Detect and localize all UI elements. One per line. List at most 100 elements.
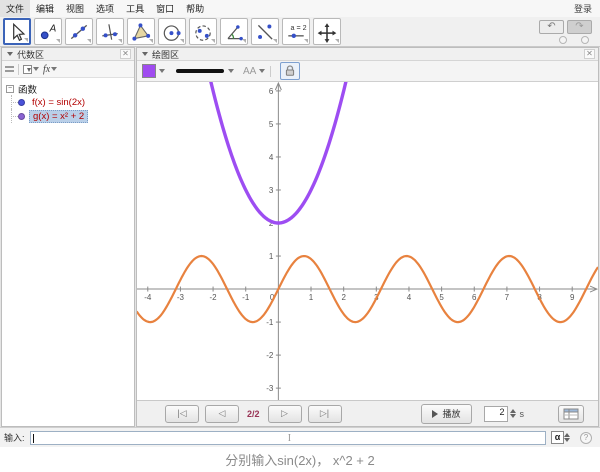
fx-icon: fx bbox=[43, 64, 50, 75]
algebra-stylebar: fx bbox=[2, 61, 134, 78]
tool-angle-button[interactable] bbox=[220, 18, 248, 45]
line-style-button[interactable] bbox=[176, 69, 234, 73]
construction-navbar: |◁ ◁ 2/2 ▷ ▷| 播放 2 s bbox=[137, 400, 598, 426]
graphics-stylebar: AA bbox=[137, 61, 598, 82]
chevron-down-icon bbox=[33, 67, 39, 71]
y-tick-label: -1 bbox=[266, 318, 274, 327]
collapse-icon[interactable] bbox=[142, 52, 148, 56]
input-help-icon[interactable]: ? bbox=[580, 432, 592, 444]
undo-redo-group: ↶ ↷ bbox=[539, 20, 592, 44]
x-tick-label: 4 bbox=[407, 293, 412, 302]
close-icon[interactable]: ✕ bbox=[584, 49, 595, 59]
previous-step-button[interactable]: ◁ bbox=[205, 405, 239, 423]
divider bbox=[18, 64, 19, 75]
tool-dropdown-icon[interactable] bbox=[242, 39, 246, 43]
object-visibility-dot[interactable] bbox=[18, 113, 25, 120]
menu-item-4[interactable]: 工具 bbox=[120, 0, 150, 17]
menu-item-3[interactable]: 选项 bbox=[90, 0, 120, 17]
graphics-canvas[interactable]: -4-3-2-1123456789-3-2-11234560 bbox=[137, 82, 598, 400]
caption-text: 分别输入sin(2x)， x^2 + 2 bbox=[0, 447, 600, 472]
tool-polygon-button[interactable] bbox=[127, 18, 155, 45]
play-button[interactable]: 播放 bbox=[421, 404, 471, 424]
tool-dropdown-icon[interactable] bbox=[149, 39, 153, 43]
text-style-icon: AA bbox=[243, 66, 256, 77]
object-visibility-dot[interactable] bbox=[18, 99, 25, 106]
curve-g[interactable] bbox=[137, 82, 598, 223]
algebra-item-1[interactable]: g(x) = x² + 2 bbox=[6, 109, 134, 123]
menu-item-1[interactable]: 编辑 bbox=[30, 0, 60, 17]
redo-button[interactable]: ↷ bbox=[567, 20, 592, 34]
tool-dropdown-icon[interactable] bbox=[180, 39, 184, 43]
play-label: 播放 bbox=[442, 407, 460, 420]
tool-line-button[interactable] bbox=[65, 18, 93, 45]
greek-letter-button[interactable]: α bbox=[551, 431, 564, 444]
chevron-down-icon bbox=[159, 69, 165, 73]
help-icon[interactable] bbox=[559, 36, 567, 44]
input-label: 输入: bbox=[4, 431, 25, 444]
speed-unit: s bbox=[520, 409, 525, 419]
auxiliary-objects-icon[interactable] bbox=[5, 66, 14, 72]
algebra-panel-header: 代数区 ✕ bbox=[2, 48, 134, 61]
tool-circle-button[interactable] bbox=[158, 18, 186, 45]
menu-item-6[interactable]: 帮助 bbox=[180, 0, 210, 17]
tool-dropdown-icon[interactable] bbox=[273, 39, 277, 43]
construction-protocol-button[interactable] bbox=[558, 405, 584, 423]
tool-dropdown-icon[interactable] bbox=[24, 38, 28, 42]
next-step-button[interactable]: ▷ bbox=[268, 405, 302, 423]
y-tick-label: 5 bbox=[269, 120, 274, 129]
x-tick-label: 9 bbox=[570, 293, 575, 302]
tool-move-button[interactable] bbox=[3, 18, 31, 45]
algebra-item-0[interactable]: f(x) = sin(2x) bbox=[6, 95, 134, 109]
lock-object-button[interactable] bbox=[280, 62, 300, 80]
tool-slider-button[interactable]: a = 2 bbox=[282, 18, 310, 45]
svg-text:a = 2: a = 2 bbox=[291, 23, 307, 31]
tool-perpendicular-button[interactable] bbox=[96, 18, 124, 45]
tool-dropdown-icon[interactable] bbox=[56, 39, 60, 43]
y-tick-label: -2 bbox=[266, 351, 274, 360]
text-caret bbox=[33, 434, 34, 443]
y-tick-label: 1 bbox=[269, 252, 274, 261]
menu-item-2[interactable]: 视图 bbox=[60, 0, 90, 17]
tool-dropdown-icon[interactable] bbox=[118, 39, 122, 43]
protocol-icon bbox=[563, 408, 579, 420]
login-button[interactable]: 登录 bbox=[566, 0, 600, 17]
tool-reflect-button[interactable] bbox=[251, 18, 279, 45]
tree-node-functions[interactable]: − 函数 bbox=[6, 82, 134, 95]
close-icon[interactable]: ✕ bbox=[120, 49, 131, 59]
tool-dropdown-icon[interactable] bbox=[335, 39, 339, 43]
speed-spinner[interactable] bbox=[510, 409, 516, 418]
plot-svg: -4-3-2-1123456789-3-2-11234560 bbox=[137, 82, 598, 400]
text-style-button[interactable]: AA bbox=[243, 66, 265, 77]
x-tick-label: -2 bbox=[210, 293, 218, 302]
undo-button[interactable]: ↶ bbox=[539, 20, 564, 34]
y-tick-label: 6 bbox=[269, 87, 274, 96]
collapse-toggle-icon[interactable]: − bbox=[6, 85, 14, 93]
input-spinner[interactable] bbox=[564, 433, 570, 442]
fx-filter-button[interactable]: fx bbox=[43, 64, 57, 75]
step-counter: 2/2 bbox=[247, 409, 260, 419]
geogebra-window: 文件编辑视图选项工具窗口帮助 登录 Aa = 2 ↶ ↷ 代数区 ✕ bbox=[0, 0, 600, 472]
menu-bar: 文件编辑视图选项工具窗口帮助 登录 bbox=[0, 0, 600, 17]
line-style-icon bbox=[176, 69, 224, 73]
y-tick-label: 4 bbox=[269, 153, 274, 162]
svg-text:A: A bbox=[49, 23, 57, 34]
tool-dropdown-icon[interactable] bbox=[304, 39, 308, 43]
tool-dropdown-icon[interactable] bbox=[87, 39, 91, 43]
tool-conic-button[interactable] bbox=[189, 18, 217, 45]
menu-item-0[interactable]: 文件 bbox=[0, 0, 30, 17]
command-input[interactable]: I bbox=[30, 431, 546, 445]
x-tick-label: 2 bbox=[341, 293, 346, 302]
first-step-button[interactable]: |◁ bbox=[165, 405, 199, 423]
collapse-icon[interactable] bbox=[7, 52, 13, 56]
tool-move-view-button[interactable] bbox=[313, 18, 341, 45]
main-area: 代数区 ✕ fx − 函数 f(x) = bbox=[0, 47, 600, 427]
last-step-button[interactable]: ▷| bbox=[308, 405, 342, 423]
chevron-down-icon bbox=[228, 69, 234, 73]
tool-point-button[interactable]: A bbox=[34, 18, 62, 45]
color-picker-button[interactable] bbox=[142, 64, 165, 78]
speed-input[interactable]: 2 bbox=[484, 406, 508, 422]
options-icon[interactable] bbox=[581, 36, 589, 44]
menu-item-5[interactable]: 窗口 bbox=[150, 0, 180, 17]
sort-objects-button[interactable] bbox=[23, 65, 39, 74]
tool-dropdown-icon[interactable] bbox=[211, 39, 215, 43]
